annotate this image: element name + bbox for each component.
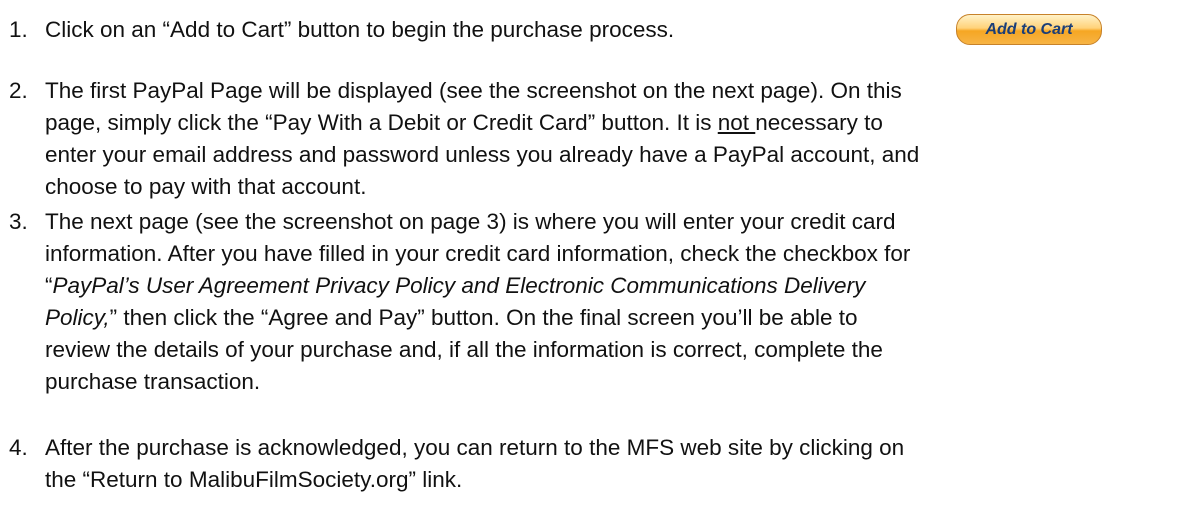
step-text-line: After the purchase is acknowledged, you … bbox=[45, 435, 905, 460]
instructions-document: 1. Click on an “Add to Cart” button to b… bbox=[0, 0, 1199, 530]
italic-text: PayPal’s User Agreement Privacy Policy a… bbox=[52, 273, 866, 298]
text-segment: ” then click the “Agree and Pay” button.… bbox=[109, 305, 858, 330]
step-number: 1. bbox=[9, 17, 28, 42]
text-segment: page, simply click the “Pay With a Debit… bbox=[45, 110, 718, 135]
step-text-line: choose to pay with that account. bbox=[45, 174, 367, 199]
add-to-cart-label: Add to Cart bbox=[985, 20, 1073, 38]
step-text-line: enter your email address and password un… bbox=[45, 142, 920, 167]
underlined-text: not bbox=[717, 110, 756, 135]
step-text-line: The first PayPal Page will be displayed … bbox=[45, 78, 902, 103]
step-text-line: “PayPal’s User Agreement Privacy Policy … bbox=[45, 270, 1195, 302]
step-text-line: information. After you have filled in yo… bbox=[45, 241, 911, 266]
italic-text: Policy, bbox=[45, 305, 110, 330]
text-segment: “ bbox=[45, 273, 53, 298]
step-text-line: the “Return to MalibuFilmSociety.org” li… bbox=[45, 467, 463, 492]
step-text-line: Policy,” then click the “Agree and Pay” … bbox=[45, 302, 1195, 334]
step-number: 2. bbox=[9, 78, 28, 103]
step-number: 4. bbox=[9, 435, 28, 460]
add-to-cart-button[interactable]: Add to Cart bbox=[956, 14, 1102, 45]
step-text-line: page, simply click the “Pay With a Debit… bbox=[45, 107, 1195, 139]
step-text-line: purchase transaction. bbox=[45, 369, 261, 394]
step-text-line: The next page (see the screenshot on pag… bbox=[45, 209, 896, 234]
text-segment: necessary to bbox=[755, 110, 883, 135]
step-number: 3. bbox=[9, 209, 28, 234]
step-text-line: review the details of your purchase and,… bbox=[45, 337, 883, 362]
